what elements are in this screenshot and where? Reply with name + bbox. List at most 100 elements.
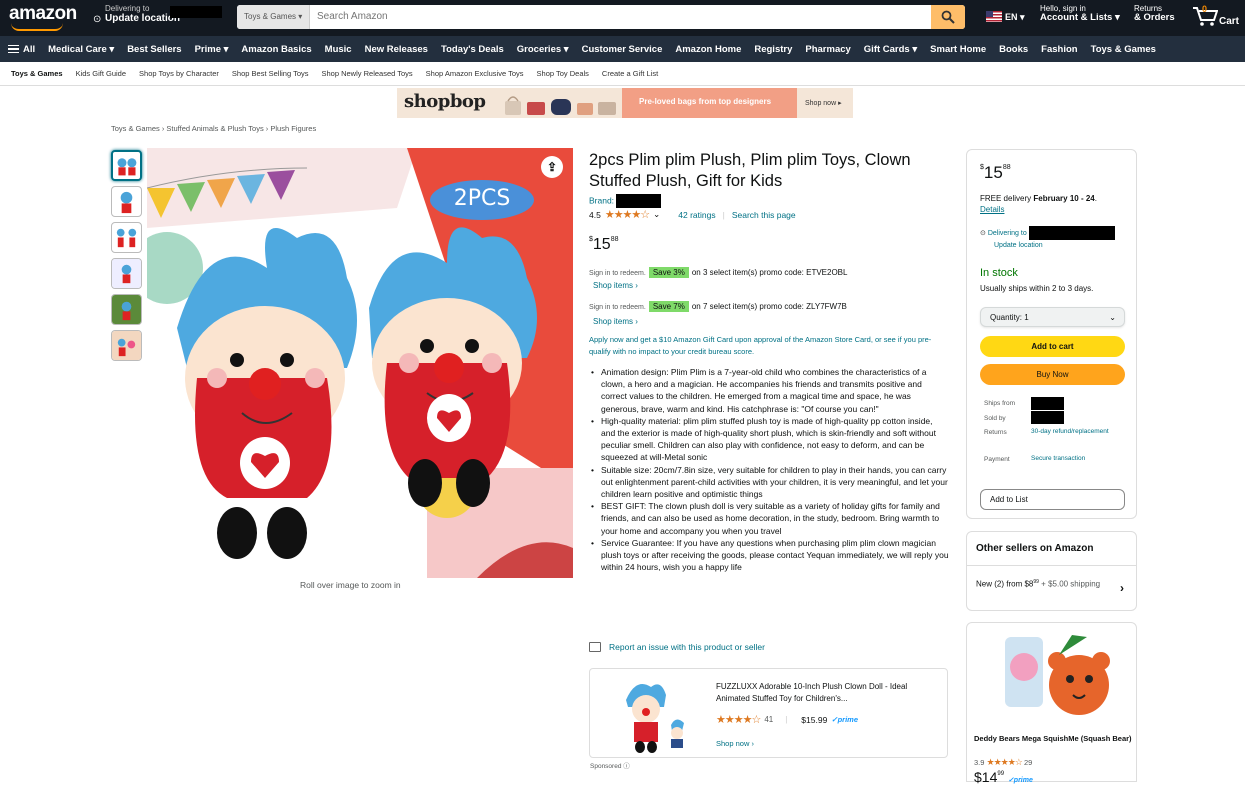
redacted-ships-from — [1031, 397, 1064, 410]
other-sellers-heading: Other sellers on Amazon — [976, 543, 1094, 554]
breadcrumb[interactable]: Toys & Games › Stuffed Animals & Plush T… — [111, 124, 316, 133]
promo-2: Sign in to redeem. Save 7% on 7 select ite… — [589, 301, 847, 312]
search-input[interactable] — [317, 5, 917, 29]
flag-report-icon — [589, 642, 601, 652]
buybox-price: $1588 — [980, 163, 1011, 182]
shop-items-link-2[interactable]: Shop items › — [593, 317, 638, 326]
chevron-right-icon[interactable]: › — [1120, 581, 1124, 595]
subnav-toys-by-character[interactable]: Shop Toys by Character — [139, 69, 219, 78]
nav-books[interactable]: Books — [999, 44, 1028, 55]
star-rating-icon: ★★★★☆ — [986, 757, 1023, 767]
thumbnail-3[interactable] — [111, 222, 142, 253]
subnav-gift-list[interactable]: Create a Gift List — [602, 69, 658, 78]
store-card-offer[interactable]: Apply now and get a $10 Amazon Gift Card… — [589, 334, 949, 358]
account-lists[interactable]: Hello, sign in Account & Lists ▾ — [1040, 4, 1120, 22]
search-this-page-link[interactable]: Search this page — [732, 210, 796, 220]
ad-rating: 3.9 ★★★★☆ 29 — [974, 757, 1033, 767]
add-to-list-button[interactable]: Add to List — [980, 489, 1125, 510]
main-product-image[interactable]: 2PCS — [147, 148, 573, 578]
nav-groceries[interactable]: Groceries ▾ — [517, 44, 569, 55]
nav-pharmacy[interactable]: Pharmacy — [805, 44, 850, 55]
subnav-best-selling[interactable]: Shop Best Selling Toys — [232, 69, 309, 78]
nav-medical-care[interactable]: Medical Care ▾ — [48, 44, 114, 55]
payment-label: Payment — [984, 456, 1010, 463]
shop-items-link-1[interactable]: Shop items › — [593, 281, 638, 290]
add-to-cart-button[interactable]: Add to cart — [980, 336, 1125, 357]
cart-label: Cart — [1219, 16, 1240, 27]
subnav-toy-deals[interactable]: Shop Toy Deals — [537, 69, 589, 78]
redacted-location — [170, 6, 222, 18]
buy-now-button[interactable]: Buy Now — [980, 364, 1125, 385]
thumbnail-1[interactable] — [111, 150, 142, 181]
deliver-to-location[interactable]: ⊙ Delivering to Update location — [93, 4, 180, 25]
nav-todays-deals[interactable]: Today's Deals — [441, 44, 504, 55]
nav-registry[interactable]: Registry — [754, 44, 792, 55]
thumbnail-2[interactable] — [111, 186, 142, 217]
nav-smart-home[interactable]: Smart Home — [930, 44, 986, 55]
ad-price: $1499 ✓prime — [974, 769, 1033, 785]
feature-bullet: Service Guarantee: If you have any quest… — [589, 537, 949, 574]
nav-fashion[interactable]: Fashion — [1041, 44, 1077, 55]
subnav-toys-games[interactable]: Toys & Games — [11, 69, 63, 78]
nav-toys-games[interactable]: Toys & Games — [1091, 44, 1156, 55]
ad-title[interactable]: Deddy Bears Mega SquishMe (Squash Bear) — [974, 734, 1132, 744]
shipping-time: Usually ships within 2 to 3 days. — [980, 284, 1094, 293]
returns-orders[interactable]: Returns & Orders — [1134, 4, 1175, 22]
returns-policy-link[interactable]: 30-day refund/replacement — [1031, 427, 1111, 436]
prime-badge-icon: ✓prime — [831, 715, 859, 724]
thumbnail-6[interactable] — [111, 330, 142, 361]
location-pin-icon: ⊙ — [93, 14, 102, 25]
nav-best-sellers[interactable]: Best Sellers — [127, 44, 181, 55]
sponsored-product-card[interactable]: FUZZLUXX Adorable 10-Inch Plush Clown Do… — [589, 668, 948, 758]
brand-link[interactable]: Brand: — [589, 194, 662, 208]
sidebar-ad[interactable]: Deddy Bears Mega SquishMe (Squash Bear) … — [966, 622, 1137, 785]
subnav-exclusive[interactable]: Shop Amazon Exclusive Toys — [426, 69, 524, 78]
star-rating-icon[interactable]: ★★★★☆ — [605, 208, 650, 221]
quantity-dropdown[interactable]: Quantity: 1 ⌄ — [980, 307, 1125, 327]
nav-amazon-basics[interactable]: Amazon Basics — [241, 44, 311, 55]
sponsored-label[interactable]: Sponsored ⓘ — [590, 760, 630, 770]
all-menu-button[interactable]: All — [8, 44, 35, 55]
subnav-kids-gift-guide[interactable]: Kids Gift Guide — [76, 69, 126, 78]
cart-count: 0 — [1202, 4, 1208, 14]
sponsored-shop-now[interactable]: Shop now › — [716, 739, 754, 748]
banner-tagline: Pre-loved bags from top designers — [639, 97, 772, 106]
search-button[interactable] — [931, 5, 965, 29]
feature-bullet: High-quality material: plim plim stuffed… — [589, 415, 949, 464]
report-issue-link[interactable]: Report an issue with this product or sel… — [589, 642, 765, 652]
chevron-down-icon[interactable]: ⌄ — [653, 209, 660, 220]
amazon-logo[interactable]: amazon — [9, 3, 77, 31]
banner-shop-now[interactable]: Shop now ▸ — [805, 99, 842, 107]
details-link[interactable]: Details — [980, 205, 1004, 214]
orders-label: & Orders — [1134, 12, 1175, 23]
thumbnail-list — [111, 150, 142, 366]
secure-transaction-link[interactable]: Secure transaction — [1031, 454, 1085, 463]
ratings-count-link[interactable]: 42 ratings — [678, 210, 715, 220]
other-sellers-box: Other sellers on Amazon New (2) from $89… — [966, 531, 1137, 611]
sponsored-title[interactable]: FUZZLUXX Adorable 10-Inch Plush Clown Do… — [716, 681, 941, 705]
share-icon[interactable]: ⇪ — [541, 156, 563, 178]
other-sellers-offer[interactable]: New (2) from $899 + $5.00 shipping — [976, 576, 1116, 591]
delivery-location[interactable]: ⊙ Delivering to Update location — [980, 226, 1115, 251]
redacted-location — [1028, 226, 1115, 240]
ships-from-label: Ships from — [984, 400, 1016, 407]
nav-gift-cards[interactable]: Gift Cards ▾ — [864, 44, 917, 55]
sponsored-product-image — [626, 683, 684, 753]
nav-music[interactable]: Music — [325, 44, 352, 55]
chevron-down-icon: ⌄ — [1109, 313, 1116, 322]
thumbnail-4[interactable] — [111, 258, 142, 289]
language-selector[interactable]: EN ▾ — [1005, 12, 1025, 23]
subnav-newly-released[interactable]: Shop Newly Released Toys — [322, 69, 413, 78]
returns-label: Returns — [984, 429, 1007, 436]
nav-prime[interactable]: Prime ▾ — [195, 44, 229, 55]
search-category-dropdown[interactable]: Toys & Games ▾ — [237, 5, 310, 29]
nav-amazon-home[interactable]: Amazon Home — [675, 44, 741, 55]
search-icon — [941, 10, 955, 24]
nav-customer-service[interactable]: Customer Service — [582, 44, 663, 55]
us-flag-icon[interactable] — [986, 11, 1002, 22]
deliver-line2: Update location — [105, 13, 181, 24]
shopbop-ad-banner[interactable]: shopbop Pre-loved bags from top designer… — [397, 88, 853, 118]
thumbnail-5[interactable] — [111, 294, 142, 325]
zoom-hint: Roll over image to zoom in — [300, 580, 401, 590]
nav-new-releases[interactable]: New Releases — [365, 44, 428, 55]
